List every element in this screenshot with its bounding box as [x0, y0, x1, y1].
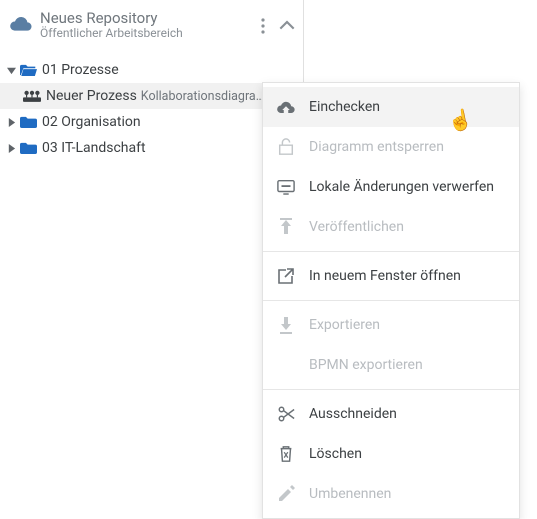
menu-item-delete[interactable]: Löschen	[263, 434, 519, 474]
menu-item-label: Exportieren	[303, 317, 380, 333]
folder-icon	[18, 115, 38, 129]
open-external-icon	[277, 267, 303, 285]
menu-item-label: Ausschneiden	[303, 406, 397, 422]
tree-item-it-landschaft[interactable]: 03 IT-Landschaft	[0, 135, 303, 161]
repository-title: Neues Repository	[40, 10, 261, 27]
menu-item-open-window[interactable]: In neuem Fenster öffnen	[263, 256, 519, 296]
context-menu: Einchecken Diagramm entsperren Lokale Än…	[262, 82, 520, 519]
repository-header: Neues Repository Öffentlicher Arbeitsber…	[0, 4, 303, 53]
collapse-icon[interactable]	[279, 18, 295, 34]
scissors-icon	[277, 405, 303, 423]
menu-item-checkin[interactable]: Einchecken	[263, 87, 519, 127]
tree-item-type: Kollaborationsdiagra…	[137, 89, 264, 104]
caret-right-icon	[4, 144, 18, 153]
tree-item-organisation[interactable]: 02 Organisation	[0, 109, 303, 135]
cloud-upload-icon	[277, 98, 303, 116]
menu-item-publish: Veröffentlichen	[263, 207, 519, 247]
more-icon[interactable]	[261, 18, 265, 34]
folder-icon	[18, 141, 38, 155]
diagram-icon	[22, 90, 42, 103]
menu-separator	[263, 300, 519, 301]
tree-item-label: 02 Organisation	[38, 114, 141, 130]
menu-item-label: Lokale Änderungen verwerfen	[303, 179, 494, 195]
delete-icon	[277, 445, 303, 463]
menu-item-label: Löschen	[303, 446, 362, 462]
discard-icon	[277, 178, 303, 196]
menu-item-label: Umbenennen	[303, 486, 391, 502]
menu-item-unlock: Diagramm entsperren	[263, 127, 519, 167]
tree: 01 Prozesse Neuer Prozess Kollaborations…	[0, 53, 303, 161]
menu-item-export-bpmn: BPMN exportieren	[263, 345, 519, 385]
menu-item-label: In neuem Fenster öffnen	[303, 268, 461, 284]
menu-item-cut[interactable]: Ausschneiden	[263, 394, 519, 434]
menu-separator	[263, 251, 519, 252]
folder-open-icon	[18, 63, 38, 77]
tree-item-neuer-prozess[interactable]: Neuer Prozess Kollaborationsdiagra…	[0, 83, 303, 109]
menu-item-label: BPMN exportieren	[277, 357, 423, 373]
sidebar: Neues Repository Öffentlicher Arbeitsber…	[0, 0, 304, 507]
tree-item-label: 01 Prozesse	[38, 62, 119, 78]
tree-item-label: Neuer Prozess	[42, 88, 137, 104]
menu-item-export: Exportieren	[263, 305, 519, 345]
tree-item-label: 03 IT-Landschaft	[38, 140, 146, 156]
menu-separator	[263, 389, 519, 390]
unlock-icon	[277, 138, 303, 156]
menu-item-label: Veröffentlichen	[303, 219, 404, 235]
menu-item-discard[interactable]: Lokale Änderungen verwerfen	[263, 167, 519, 207]
menu-item-rename: Umbenennen	[263, 474, 519, 514]
repository-subtitle: Öffentlicher Arbeitsbereich	[40, 27, 261, 41]
menu-item-label: Diagramm entsperren	[303, 139, 444, 155]
publish-icon	[277, 218, 303, 236]
pencil-icon	[277, 485, 303, 503]
menu-item-label: Einchecken	[303, 99, 380, 115]
caret-right-icon	[4, 118, 18, 127]
download-icon	[277, 316, 303, 334]
tree-item-prozesse[interactable]: 01 Prozesse	[0, 57, 303, 83]
caret-down-icon	[4, 66, 18, 75]
cloud-icon	[10, 16, 32, 35]
